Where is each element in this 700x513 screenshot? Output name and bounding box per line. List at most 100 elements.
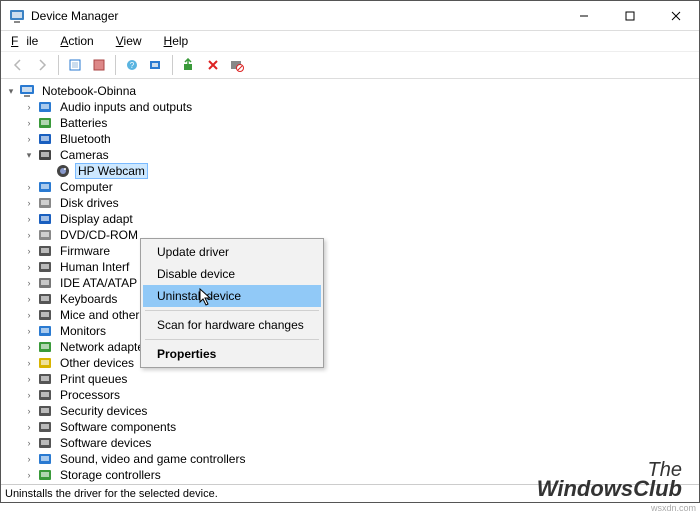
device-category-icon <box>37 259 53 275</box>
category-label: DVD/CD-ROM <box>57 227 141 243</box>
device-category-icon <box>37 403 53 419</box>
expand-icon[interactable]: › <box>23 246 35 256</box>
device-category-icon <box>37 195 53 211</box>
category-label: Display adapt <box>57 211 136 227</box>
collapse-icon[interactable]: ▾ <box>23 150 35 161</box>
scan-hardware-button[interactable] <box>145 54 167 76</box>
tree-category[interactable]: › Storage controllers <box>23 467 699 483</box>
tree-category[interactable]: › Computer <box>23 179 699 195</box>
tree-category[interactable]: › Batteries <box>23 115 699 131</box>
expand-icon[interactable]: › <box>23 214 35 224</box>
context-menu-item[interactable]: Uninstall device <box>143 285 321 307</box>
category-label: Disk drives <box>57 195 122 211</box>
expand-icon[interactable]: › <box>23 406 35 416</box>
expand-icon[interactable]: › <box>23 182 35 192</box>
context-menu-item[interactable]: Disable device <box>143 263 321 285</box>
expand-icon[interactable]: › <box>23 294 35 304</box>
properties-button[interactable] <box>88 54 110 76</box>
tree-category[interactable]: › Security devices <box>23 403 699 419</box>
tree-category[interactable]: › Bluetooth <box>23 131 699 147</box>
device-category-icon <box>37 131 53 147</box>
computer-icon <box>19 83 35 99</box>
device-label: HP Webcam <box>75 163 148 179</box>
update-driver-button[interactable] <box>178 54 200 76</box>
category-label: Print queues <box>57 371 130 387</box>
expand-icon[interactable]: › <box>23 342 35 352</box>
tree-category[interactable]: › Processors <box>23 387 699 403</box>
category-label: Cameras <box>57 147 112 163</box>
context-menu-item[interactable]: Update driver <box>143 241 321 263</box>
expand-icon[interactable]: › <box>23 102 35 112</box>
expand-icon[interactable]: › <box>23 390 35 400</box>
context-menu-separator <box>145 339 319 340</box>
maximize-button[interactable] <box>607 1 653 30</box>
expand-icon[interactable]: › <box>23 198 35 208</box>
collapse-icon[interactable]: ▾ <box>5 86 17 97</box>
tree-category[interactable]: › IDE ATA/ATAP <box>23 275 699 291</box>
svg-text:?: ? <box>130 61 135 70</box>
forward-button[interactable] <box>31 54 53 76</box>
back-button[interactable] <box>7 54 29 76</box>
minimize-button[interactable] <box>561 1 607 30</box>
context-menu-item[interactable]: Scan for hardware changes <box>143 314 321 336</box>
tree-device-selected[interactable]: HP Webcam <box>41 163 699 179</box>
device-category-icon <box>37 355 53 371</box>
device-category-icon <box>37 339 53 355</box>
menubar: File Action View Help <box>1 31 699 51</box>
tree-category[interactable]: › System devices <box>23 483 699 484</box>
expand-icon[interactable]: › <box>23 326 35 336</box>
tree-category[interactable]: › Software components <box>23 419 699 435</box>
menu-file[interactable]: File <box>7 32 42 50</box>
expand-icon[interactable]: › <box>23 358 35 368</box>
tree-category[interactable]: › DVD/CD-ROM <box>23 227 699 243</box>
tree-category[interactable]: › Software devices <box>23 435 699 451</box>
device-category-icon <box>37 435 53 451</box>
status-bar: Uninstalls the driver for the selected d… <box>1 484 699 502</box>
uninstall-button[interactable] <box>202 54 224 76</box>
show-hidden-button[interactable] <box>64 54 86 76</box>
expand-icon[interactable]: › <box>23 262 35 272</box>
device-category-icon <box>37 467 53 483</box>
tree-category[interactable]: › Disk drives <box>23 195 699 211</box>
device-category-icon <box>37 371 53 387</box>
expand-icon[interactable]: › <box>23 118 35 128</box>
device-category-icon <box>37 179 53 195</box>
context-menu-item[interactable]: Properties <box>143 343 321 365</box>
category-label: Monitors <box>57 323 109 339</box>
tree-category[interactable]: ▾ Cameras <box>23 147 699 163</box>
tree-category[interactable]: › Other devices <box>23 355 699 371</box>
expand-icon[interactable]: › <box>23 422 35 432</box>
menu-help[interactable]: Help <box>160 32 193 50</box>
expand-icon[interactable]: › <box>23 454 35 464</box>
expand-icon[interactable]: › <box>23 278 35 288</box>
menu-view[interactable]: View <box>112 32 146 50</box>
expand-icon[interactable]: › <box>23 230 35 240</box>
tree-category[interactable]: › Network adapters <box>23 339 699 355</box>
tree-category[interactable]: › Audio inputs and outputs <box>23 99 699 115</box>
tree-category[interactable]: › Sound, video and game controllers <box>23 451 699 467</box>
tree-category[interactable]: › Mice and other pointing devices <box>23 307 699 323</box>
expand-icon[interactable]: › <box>23 374 35 384</box>
menu-action[interactable]: Action <box>56 32 97 50</box>
tree-category[interactable]: › Human Interf <box>23 259 699 275</box>
expand-icon[interactable]: › <box>23 470 35 480</box>
category-label: Security devices <box>57 403 150 419</box>
disable-button[interactable] <box>226 54 248 76</box>
category-label: Storage controllers <box>57 467 164 483</box>
expand-icon[interactable]: › <box>23 310 35 320</box>
tree-category[interactable]: › Firmware <box>23 243 699 259</box>
tree-category[interactable]: › Monitors <box>23 323 699 339</box>
tree-category[interactable]: › Print queues <box>23 371 699 387</box>
device-tree[interactable]: ▾ Notebook-Obinna › Audio inputs and out… <box>1 79 699 484</box>
expand-icon[interactable]: › <box>23 134 35 144</box>
help-button[interactable]: ? <box>121 54 143 76</box>
window-title: Device Manager <box>31 9 561 23</box>
tree-category[interactable]: › Keyboards <box>23 291 699 307</box>
close-button[interactable] <box>653 1 699 30</box>
tree-category[interactable]: › Display adapt <box>23 211 699 227</box>
device-category-icon <box>37 115 53 131</box>
context-menu: Update driverDisable deviceUninstall dev… <box>140 238 324 368</box>
tree-root-node[interactable]: ▾ Notebook-Obinna <box>5 83 699 99</box>
expand-icon[interactable]: › <box>23 438 35 448</box>
category-label: Batteries <box>57 115 110 131</box>
